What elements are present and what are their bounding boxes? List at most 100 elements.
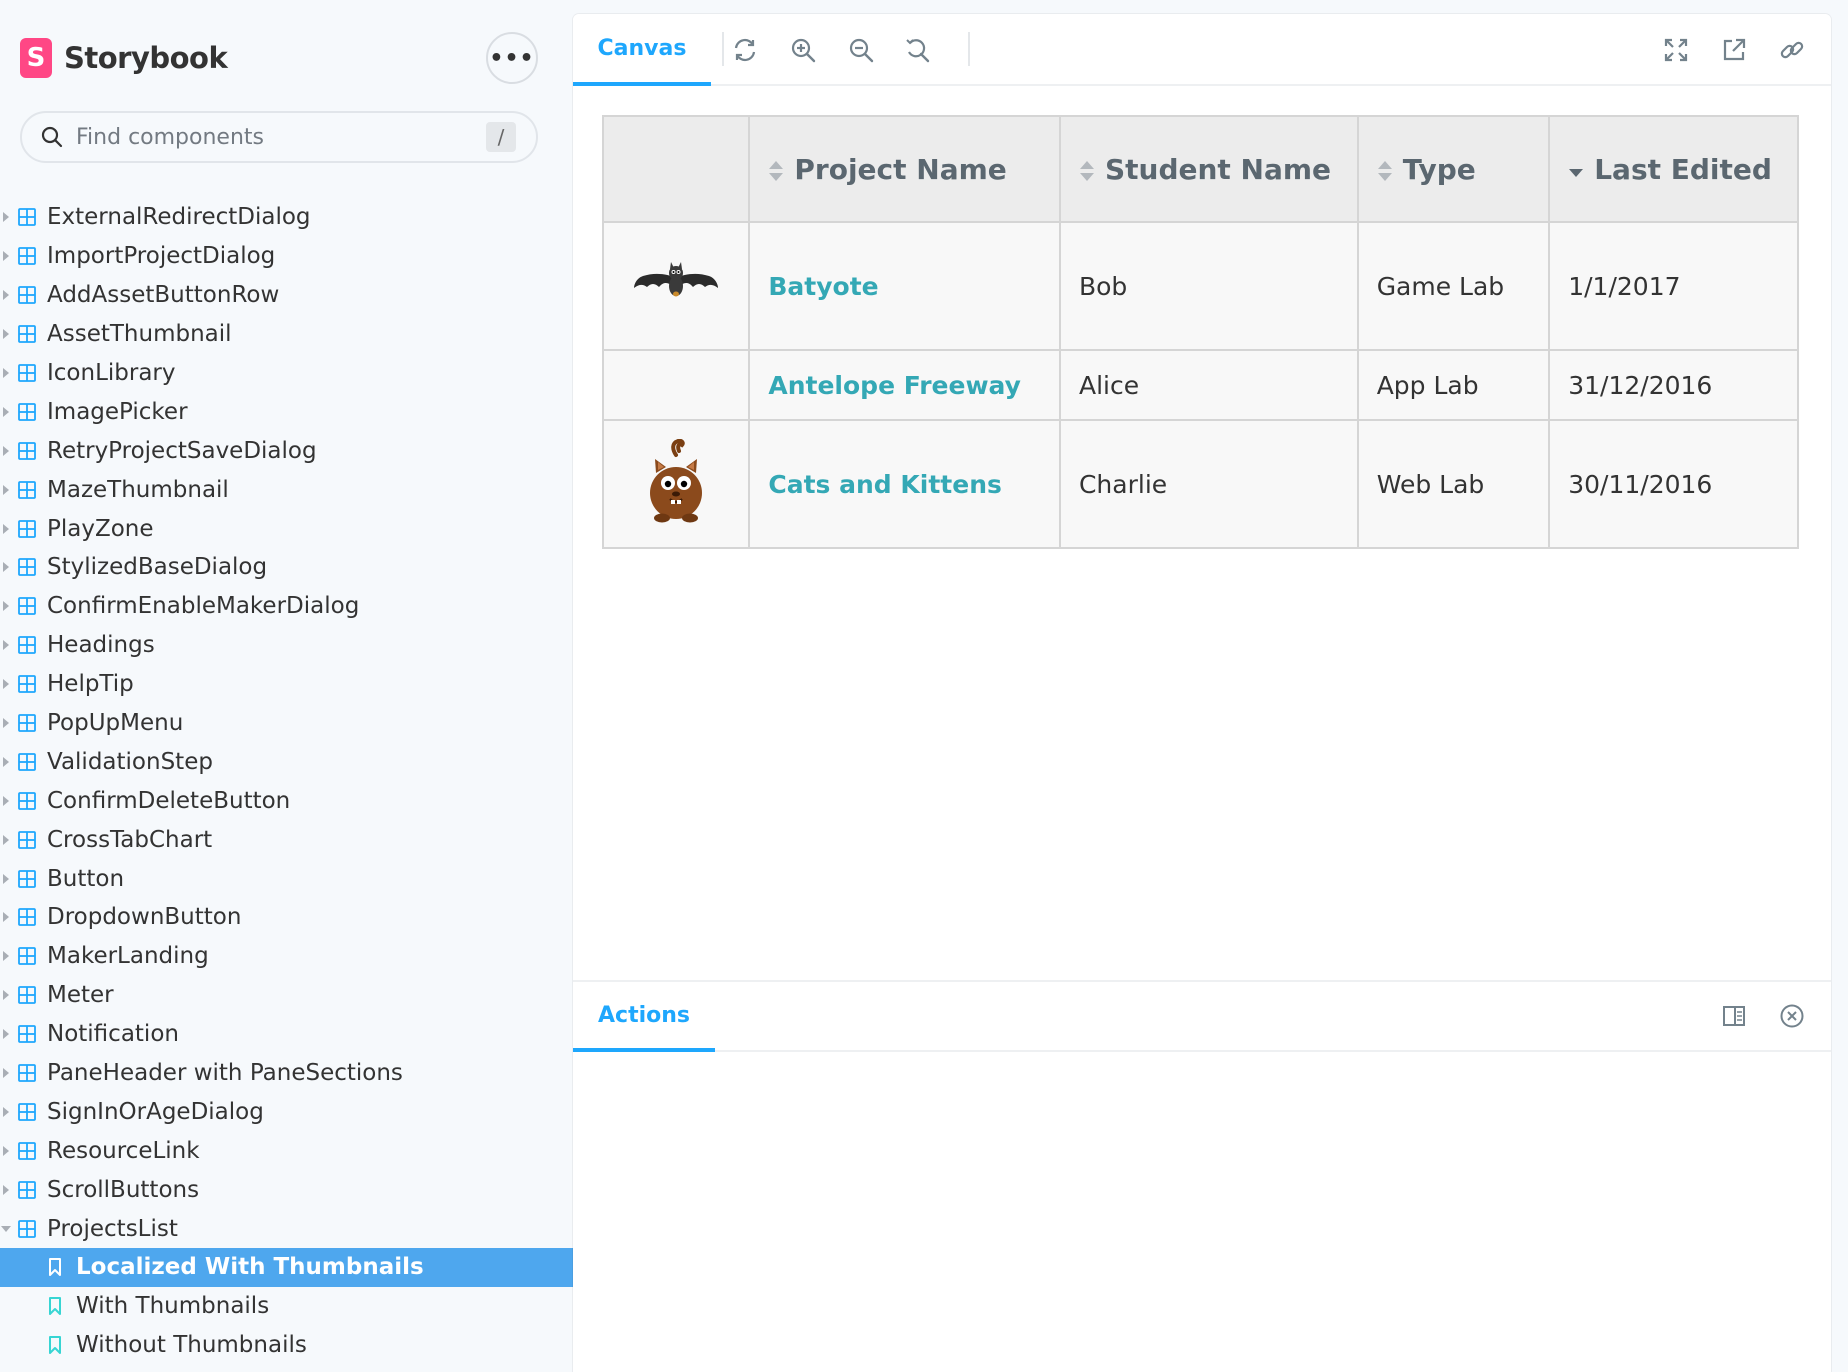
project-name-cell[interactable]: Cats and Kittens (748, 419, 1061, 549)
tree-item-meter[interactable]: Meter (0, 976, 573, 1015)
caret-right-icon (3, 1106, 9, 1117)
thumbnail-cell (601, 419, 751, 549)
tree-item-button[interactable]: Button (0, 859, 573, 898)
component-icon (18, 519, 36, 538)
toolbar-divider (968, 32, 970, 66)
tree-item-dropdownbutton[interactable]: DropdownButton (0, 898, 573, 937)
tree-item-label: Button (47, 865, 125, 892)
component-icon (18, 480, 36, 499)
tab-canvas[interactable]: Canvas (573, 14, 711, 86)
tree-item-label: HelpTip (47, 671, 134, 698)
story-item-localized-with-thumbnails[interactable]: Localized With Thumbnails (0, 1248, 573, 1287)
component-icon (18, 364, 36, 382)
tree-item-addassetbuttonrow[interactable]: AddAssetButtonRow (0, 276, 573, 315)
component-icon (18, 558, 36, 577)
project-link[interactable]: Batyote (768, 272, 878, 301)
story-item-without-thumbnails[interactable]: Without Thumbnails (0, 1326, 573, 1365)
column-header-student-name[interactable]: Student Name (1058, 115, 1359, 223)
bookmark-icon (49, 1297, 61, 1316)
tree-item-makerlanding[interactable]: MakerLanding (0, 937, 573, 976)
caret-right-icon (3, 1029, 9, 1040)
tab-actions[interactable]: Actions (573, 982, 715, 1052)
project-link[interactable]: Cats and Kittens (768, 470, 1002, 499)
tree-item-externalredirectdialog[interactable]: ExternalRedirectDialog (0, 198, 573, 237)
tree-item-crosstabchart[interactable]: CrossTabChart (0, 820, 573, 859)
tree-item-label: PlayZone (47, 515, 154, 542)
last-edited-cell: 30/11/2016 (1548, 419, 1799, 549)
component-icon (18, 1141, 36, 1160)
tree-item-confirmdeletebutton[interactable]: ConfirmDeleteButton (0, 781, 573, 820)
tree-item-iconlibrary[interactable]: IconLibrary (0, 354, 573, 393)
tree-item-signinoragedialog[interactable]: SignInOrAgeDialog (0, 1092, 573, 1131)
project-link[interactable]: Antelope Freeway (768, 371, 1021, 400)
tree-item-label: AddAssetButtonRow (47, 282, 280, 309)
type-cell: Web Lab (1356, 419, 1551, 549)
component-icon (18, 753, 36, 771)
open-new-tab-icon[interactable] (1720, 36, 1748, 64)
tree-item-label: ValidationStep (47, 748, 213, 775)
tree-item-confirmenablemakerdialog[interactable]: ConfirmEnableMakerDialog (0, 587, 573, 626)
tree-item-resourcelink[interactable]: ResourceLink (0, 1131, 573, 1170)
projects-table: Project Name Student Name Type Last Edit… (601, 115, 1799, 549)
column-header-thumbnail (601, 115, 751, 223)
copy-link-icon[interactable] (1778, 36, 1806, 64)
search-input[interactable] (76, 124, 486, 150)
tree-item-notification[interactable]: Notification (0, 1015, 573, 1054)
close-panel-icon[interactable] (1778, 1002, 1806, 1030)
type-cell: App Lab (1356, 349, 1551, 421)
tree-item-label: ScrollButtons (47, 1176, 200, 1203)
story-item-with-thumbnails[interactable]: With Thumbnails (0, 1287, 573, 1326)
column-header-last-edited[interactable]: Last Edited (1548, 115, 1799, 223)
tree-item-assetthumbnail[interactable]: AssetThumbnail (0, 315, 573, 354)
column-header-project-name[interactable]: Project Name (748, 115, 1061, 223)
tree-item-scrollbuttons[interactable]: ScrollButtons (0, 1170, 573, 1209)
preview-panel: Canvas Project Name Student Name Type La… (573, 14, 1831, 1372)
component-icon (18, 1064, 36, 1082)
fullscreen-icon[interactable] (1662, 36, 1690, 64)
zoom-reset-icon[interactable] (903, 36, 931, 64)
caret-right-icon (3, 445, 9, 456)
tree-item-mazethumbnail[interactable]: MazeThumbnail (0, 470, 573, 509)
preview-toolbar: Canvas (573, 14, 1831, 86)
caret-right-icon (3, 834, 9, 845)
component-icon (18, 791, 36, 810)
component-icon (18, 325, 36, 344)
zoom-in-icon[interactable] (789, 36, 817, 64)
student-name-cell: Alice (1058, 349, 1359, 421)
caret-right-icon (3, 290, 9, 301)
thumbnail-cell (601, 221, 751, 351)
tree-item-validationstep[interactable]: ValidationStep (0, 742, 573, 781)
tree-item-importprojectdialog[interactable]: ImportProjectDialog (0, 237, 573, 276)
caret-right-icon (3, 523, 9, 534)
tree-item-retryprojectsavedialog[interactable]: RetryProjectSaveDialog (0, 431, 573, 470)
tree-item-headings[interactable]: Headings (0, 626, 573, 665)
tree-item-imagepicker[interactable]: ImagePicker (0, 392, 573, 431)
reload-icon[interactable] (731, 36, 759, 64)
component-icon (18, 675, 36, 694)
storybook-logo: S (20, 38, 52, 78)
tree-item-label: Notification (47, 1021, 179, 1048)
sidebar-menu-button[interactable]: ••• (486, 32, 538, 84)
component-icon (18, 869, 36, 888)
tree-item-helptip[interactable]: HelpTip (0, 665, 573, 704)
project-name-cell[interactable]: Batyote (748, 221, 1061, 351)
tree-item-label: ImagePicker (47, 398, 188, 425)
component-icon (18, 402, 36, 421)
search-box[interactable]: / (20, 111, 538, 163)
tree-item-label: ProjectsList (47, 1215, 178, 1242)
column-header-label: Student Name (1104, 152, 1332, 186)
table-row: Antelope Freeway Alice App Lab 31/12/201… (601, 349, 1799, 421)
tree-item-playzone[interactable]: PlayZone (0, 509, 573, 548)
tree-item-paneheader-with-panesections[interactable]: PaneHeader with PaneSections (0, 1054, 573, 1093)
column-header-type[interactable]: Type (1356, 115, 1551, 223)
caret-right-icon (3, 1145, 9, 1156)
panel-orientation-icon[interactable] (1720, 1002, 1748, 1030)
storybook-brand[interactable]: S Storybook (20, 38, 228, 78)
tree-item-stylizedbasedialog[interactable]: StylizedBaseDialog (0, 548, 573, 587)
tree-item-projectslist[interactable]: ProjectsList (0, 1209, 573, 1248)
tree-item-label: RetryProjectSaveDialog (47, 437, 317, 464)
tree-item-popupmenu[interactable]: PopUpMenu (0, 704, 573, 743)
zoom-out-icon[interactable] (847, 36, 875, 64)
project-name-cell[interactable]: Antelope Freeway (748, 349, 1061, 421)
tree-item-label: ConfirmEnableMakerDialog (47, 593, 360, 620)
